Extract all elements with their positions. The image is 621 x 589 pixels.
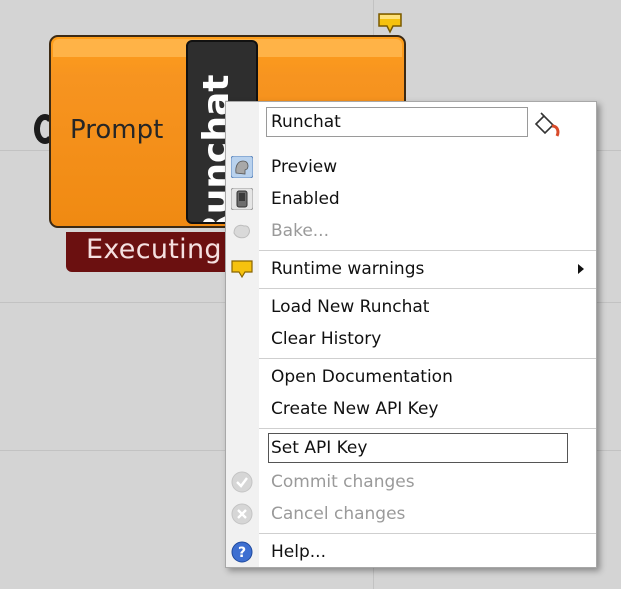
menu-item-create-api-key[interactable]: Create New API Key [226, 394, 596, 424]
svg-text:?: ? [238, 545, 246, 561]
menu-separator [259, 533, 596, 534]
menu-item-label: Commit changes [271, 472, 415, 492]
submenu-arrow-icon [578, 264, 584, 274]
menu-separator [259, 358, 596, 359]
api-key-field[interactable] [268, 433, 568, 463]
menu-item-label: Runtime warnings [271, 259, 425, 279]
menu-item-label: Help... [271, 542, 326, 562]
menu-item-commit-changes[interactable]: Commit changes [226, 467, 596, 497]
component-status-bar: Executing [66, 232, 241, 272]
menu-item-clear-history[interactable]: Clear History [226, 324, 596, 354]
menu-item-preview[interactable]: Preview [226, 152, 596, 182]
menu-separator [259, 250, 596, 251]
menu-item-label: Preview [271, 157, 338, 177]
menu-item-load-new-runchat[interactable]: Load New Runchat [226, 292, 596, 322]
warning-bubble-icon [231, 258, 253, 280]
menu-item-label: Bake... [271, 221, 329, 241]
menu-item-label: Load New Runchat [271, 297, 430, 317]
menu-item-open-documentation[interactable]: Open Documentation [226, 362, 596, 392]
check-icon [231, 471, 253, 493]
menu-item-label: Enabled [271, 189, 340, 209]
menu-item-enabled[interactable]: Enabled [226, 184, 596, 214]
menu-item-label: Clear History [271, 329, 382, 349]
input-param-label: Prompt [70, 115, 164, 145]
menu-item-runtime-warnings[interactable]: Runtime warnings [226, 254, 596, 284]
menu-item-cancel-changes[interactable]: Cancel changes [226, 499, 596, 529]
component-status-text: Executing [86, 234, 222, 265]
enabled-icon [230, 187, 254, 211]
help-icon: ? [231, 541, 253, 563]
menu-item-bake[interactable]: Bake... [226, 216, 596, 246]
component-name-field[interactable] [266, 107, 528, 137]
bake-icon [231, 220, 253, 242]
menu-separator [259, 288, 596, 289]
menu-item-label: Open Documentation [271, 367, 453, 387]
menu-item-label: Create New API Key [271, 399, 439, 419]
cancel-icon [231, 503, 253, 525]
paint-bucket-icon[interactable] [532, 110, 564, 140]
preview-icon [230, 155, 254, 179]
menu-item-label: Cancel changes [271, 504, 406, 524]
warning-bubble-icon[interactable] [377, 12, 403, 36]
menu-separator [259, 428, 596, 429]
context-menu: Preview Enabled Bake... Runtime warni [225, 101, 597, 568]
menu-item-help[interactable]: ? Help... [226, 537, 596, 567]
